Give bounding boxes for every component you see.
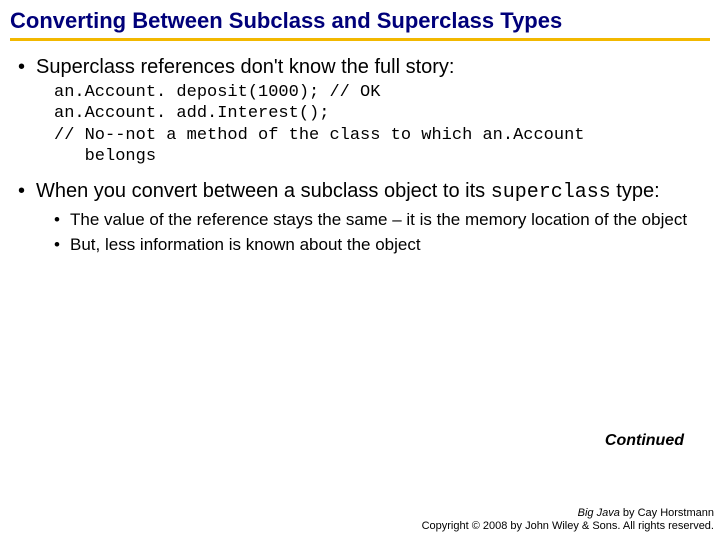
code-block: an.Account. deposit(1000); // OK an.Acco… — [54, 82, 710, 167]
footer-line-1: Big Java by Cay Horstmann — [422, 507, 714, 521]
book-title: Big Java — [578, 507, 620, 519]
bullet-list: Superclass references don't know the ful… — [18, 55, 710, 256]
bullet-text: Superclass references don't know the ful… — [36, 56, 454, 78]
continued-label: Continued — [605, 432, 684, 450]
sub-bullet-item: The value of the reference stays the sam… — [54, 209, 710, 230]
bullet-text-pre: When you convert between a subclass obje… — [36, 180, 491, 202]
footer: Big Java by Cay Horstmann Copyright © 20… — [422, 507, 714, 535]
slide-title: Converting Between Subclass and Supercla… — [10, 8, 710, 41]
sub-bullet-list: The value of the reference stays the sam… — [54, 209, 710, 256]
footer-line-2: Copyright © 2008 by John Wiley & Sons. A… — [422, 520, 714, 534]
bullet-text-post: type: — [611, 180, 660, 202]
bullet-item: When you convert between a subclass obje… — [18, 179, 710, 256]
bullet-item: Superclass references don't know the ful… — [18, 55, 710, 167]
sub-bullet-item: But, less information is known about the… — [54, 234, 710, 255]
author: by Cay Horstmann — [620, 507, 714, 519]
slide: Converting Between Subclass and Supercla… — [0, 0, 720, 540]
bullet-text-mono: superclass — [491, 181, 611, 204]
